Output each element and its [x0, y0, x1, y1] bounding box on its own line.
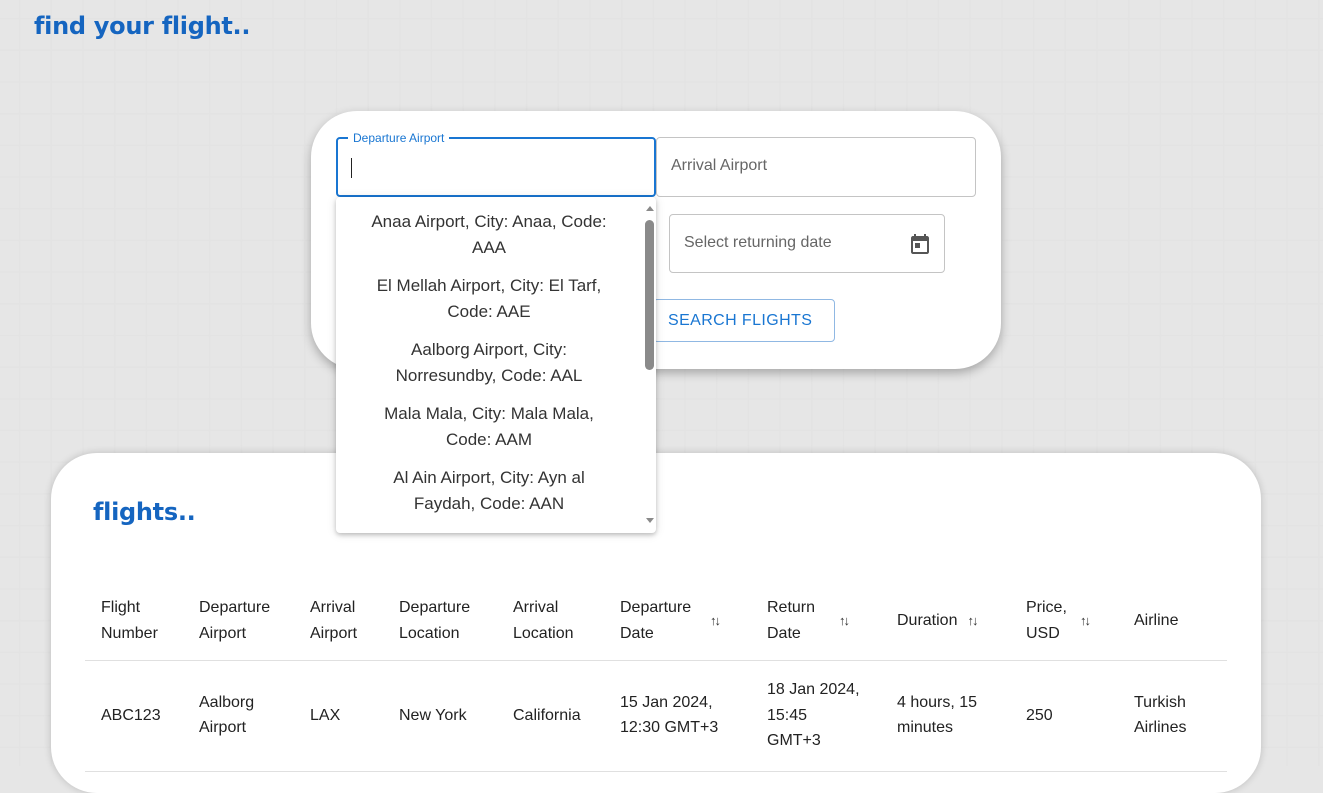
column-header-airline: Airline: [1118, 583, 1227, 661]
airport-option-list: Anaa Airport, City: Anaa, Code: AAA El M…: [336, 209, 642, 529]
page-title: find your flight..: [34, 12, 251, 40]
column-header-departure-airport: Departure Airport: [183, 583, 294, 661]
cell-arrival-location: California: [497, 660, 604, 772]
airport-option[interactable]: Mala Mala, City: Mala Mala, Code: AAM: [336, 401, 642, 465]
sort-arrows-icon[interactable]: ↑↓: [967, 613, 978, 628]
airport-option[interactable]: Al Ain Airport, City: Ayn al Faydah, Cod…: [336, 465, 642, 529]
column-header-duration[interactable]: Duration ↑↓: [881, 583, 1010, 661]
sort-arrows-icon[interactable]: ↑↓: [1080, 613, 1091, 628]
scroll-up-arrow-icon[interactable]: [646, 206, 654, 211]
column-header-return-date[interactable]: Return Date ↑↓: [751, 583, 881, 661]
column-header-label: Departure Location: [399, 599, 471, 642]
column-header-arrival-location: Arrival Location: [497, 583, 604, 661]
column-header-label: Arrival Location: [513, 599, 574, 642]
return-date-input[interactable]: Select returning date: [669, 214, 945, 273]
column-header-departure-location: Departure Location: [383, 583, 497, 661]
cell-airline: Turkish Airlines: [1118, 660, 1227, 772]
cell-price: 250: [1010, 660, 1118, 772]
column-header-flight-number: Flight Number: [85, 583, 183, 661]
airport-option[interactable]: Anaa Airport, City: Anaa, Code: AAA: [336, 209, 642, 273]
calendar-icon[interactable]: [908, 232, 932, 256]
text-cursor: [351, 158, 352, 178]
flights-table: Flight Number Departure Airport Arrival …: [85, 583, 1227, 772]
arrival-airport-input[interactable]: Arrival Airport: [656, 137, 976, 197]
scroll-down-arrow-icon[interactable]: [646, 518, 654, 523]
return-date-placeholder: Select returning date: [684, 234, 832, 251]
column-header-label: Price, USD: [1026, 599, 1067, 642]
airport-option[interactable]: El Mellah Airport, City: El Tarf, Code: …: [336, 273, 642, 337]
scrollbar-thumb[interactable]: [645, 220, 654, 370]
cell-flight-number: ABC123: [85, 660, 183, 772]
cell-departure-location: New York: [383, 660, 497, 772]
column-header-arrival-airport: Arrival Airport: [294, 583, 383, 661]
column-header-label: Airline: [1134, 611, 1179, 629]
column-header-label: Departure Date: [620, 599, 692, 642]
dropdown-scrollbar[interactable]: [642, 197, 656, 533]
column-header-label: Flight Number: [101, 599, 158, 642]
cell-arrival-airport: LAX: [294, 660, 383, 772]
sort-arrows-icon[interactable]: ↑↓: [710, 613, 721, 628]
cell-departure-airport: Aalborg Airport: [183, 660, 294, 772]
table-header-row: Flight Number Departure Airport Arrival …: [85, 583, 1227, 661]
column-header-departure-date[interactable]: Departure Date ↑↓: [604, 583, 751, 661]
departure-airport-label: Departure Airport: [348, 130, 450, 146]
departure-airport-input[interactable]: Departure Airport: [336, 130, 656, 197]
search-flights-button[interactable]: SEARCH FLIGHTS: [653, 299, 835, 342]
column-header-label: Return Date: [767, 599, 816, 642]
results-title: flights..: [93, 498, 196, 526]
column-header-label: Arrival Airport: [310, 599, 358, 642]
airport-option[interactable]: Aalborg Airport, City: Norresundby, Code…: [336, 337, 642, 401]
departure-airport-dropdown: Anaa Airport, City: Anaa, Code: AAA El M…: [336, 197, 656, 533]
column-header-label: Departure Airport: [199, 599, 271, 642]
cell-departure-date: 15 Jan 2024, 12:30 GMT+3: [604, 660, 751, 772]
arrival-airport-placeholder: Arrival Airport: [671, 157, 768, 174]
column-header-label: Duration: [897, 611, 958, 629]
column-header-price[interactable]: Price, USD ↑↓: [1010, 583, 1118, 661]
table-row[interactable]: ABC123 Aalborg Airport LAX New York Cali…: [85, 660, 1227, 772]
cell-return-date: 18 Jan 2024, 15:45 GMT+3: [751, 660, 881, 772]
cell-duration: 4 hours, 15 minutes: [881, 660, 1010, 772]
sort-arrows-icon[interactable]: ↑↓: [839, 613, 850, 628]
